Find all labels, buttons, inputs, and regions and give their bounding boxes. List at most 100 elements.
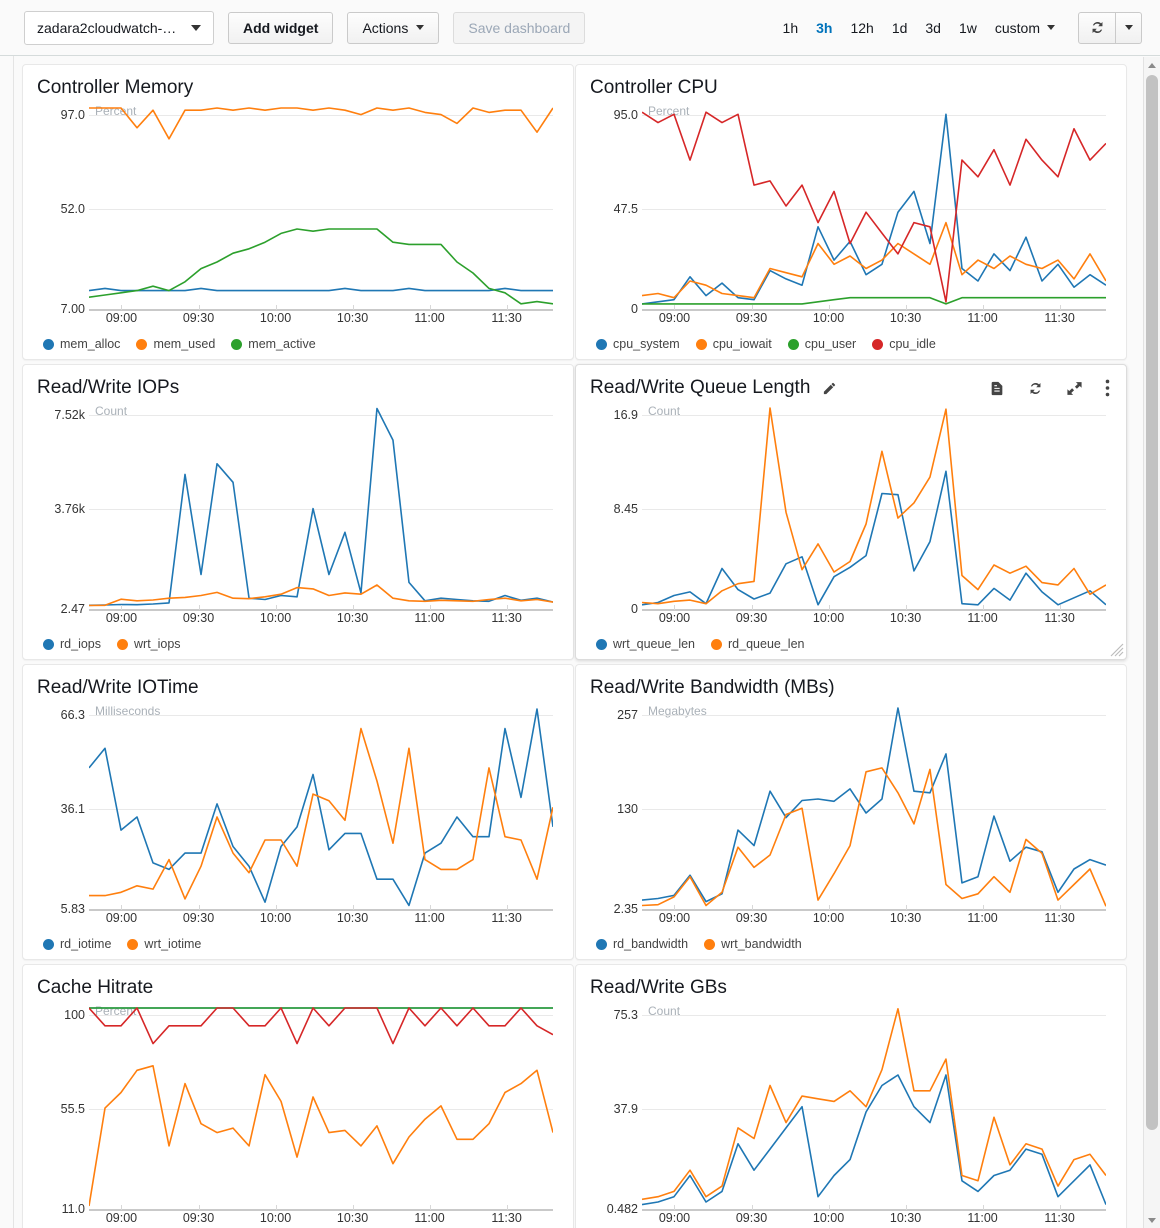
range-12h[interactable]: 12h [841, 14, 882, 42]
x-axis-tick-mark [905, 1205, 907, 1210]
legend-label: cpu_iowait [712, 337, 772, 351]
legend-item[interactable]: cpu_iowait [695, 337, 772, 351]
x-axis-tick-label: 10:00 [259, 911, 292, 925]
x-axis-tick-mark [352, 605, 354, 610]
widget-controller-cpu[interactable]: Controller CPU Percent 95.0 47.5 0 09:00 09:30… [575, 64, 1127, 360]
refresh-icon [1092, 21, 1102, 34]
y-axis-tick-label: 37.9 [613, 1102, 638, 1116]
scrollbar-thumb[interactable] [1146, 75, 1158, 1130]
widget-expand-icon[interactable] [1066, 380, 1083, 397]
plot-region [89, 403, 553, 611]
y-axis-tick-label: 75.3 [613, 1008, 638, 1022]
x-axis-tick-label: 09:00 [105, 1211, 138, 1225]
legend-item[interactable]: rd_iops [43, 637, 101, 651]
x-axis-tick-mark [429, 305, 431, 310]
chart-area: Count 16.9 8.45 0 [590, 403, 1112, 616]
widget-read-write-bandwidth-mbs[interactable]: Read/Write Bandwidth (MBs) Megabytes 257 13… [575, 664, 1127, 960]
legend-item[interactable]: mem_alloc [43, 337, 120, 351]
legend-item[interactable]: mem_used [136, 337, 215, 351]
y-axis-tick-label: 52.0 [60, 202, 85, 216]
legend-color-swatch [596, 338, 607, 350]
x-axis-tick-mark [121, 305, 123, 310]
dashboard-selector[interactable]: zadara2cloudwatch-met... [24, 10, 214, 45]
legend-item[interactable]: wrt_bandwidth [704, 937, 802, 951]
save-dashboard-button[interactable]: Save dashboard [453, 11, 586, 44]
legend-label: rd_iotime [60, 937, 112, 951]
widget-header: Cache Hitrate [37, 975, 559, 1001]
y-axis-tick-label: 7.00 [60, 302, 85, 316]
legend-item[interactable]: rd_queue_len [711, 637, 804, 651]
x-axis-tick-label: 11:00 [414, 311, 445, 325]
x-axis-tick-label: 09:30 [735, 611, 768, 625]
y-axis-tick-label: 55.5 [60, 1102, 85, 1116]
legend-color-swatch [136, 338, 148, 350]
x-axis-tick-mark [429, 605, 431, 610]
left-rail [0, 56, 14, 1228]
legend-item[interactable]: cpu_system [596, 337, 680, 351]
widget-read-write-iops[interactable]: Read/Write IOPs Count 7.52k 3.76k 2.47 09:00 0… [22, 364, 574, 660]
scroll-down-button[interactable] [1144, 1212, 1160, 1228]
x-axis-tick-mark [905, 305, 907, 310]
x-axis: 09:00 09:30 10:00 10:30 11:00 11:30 [642, 305, 1106, 331]
widget-controller-memory[interactable]: Controller Memory Percent 97.0 52.0 7.00 09:0… [22, 64, 574, 360]
widget-more-vertical-icon[interactable] [1105, 379, 1110, 397]
legend-item[interactable]: wrt_iotime [127, 937, 201, 951]
vertical-scrollbar[interactable] [1143, 57, 1160, 1228]
widget-cache-hitrate[interactable]: Cache Hitrate Percent 100 55.5 11.0 09:00 09:3… [22, 964, 574, 1228]
legend-color-swatch [596, 638, 607, 650]
legend-item[interactable]: wrt_queue_len [596, 637, 695, 651]
edit-title-pencil-icon[interactable] [822, 381, 837, 396]
range-custom-label: custom [994, 19, 1040, 36]
widget-title: Read/Write IOPs [37, 377, 180, 398]
widget-refresh-icon[interactable] [1027, 380, 1044, 397]
legend-color-swatch [43, 938, 54, 950]
legend-item[interactable]: cpu_idle [872, 337, 936, 351]
legend-item[interactable]: rd_bandwidth [596, 937, 688, 951]
chart-area: Percent 97.0 52.0 7.00 [37, 103, 559, 316]
widget-resize-handle[interactable] [1110, 643, 1124, 657]
refresh-button[interactable] [1078, 11, 1116, 44]
widget-read-write-gbs[interactable]: Read/Write GBs Count 75.3 37.9 0.482 09:00 09:… [575, 964, 1127, 1228]
legend-item[interactable]: rd_iotime [43, 937, 111, 951]
chevron-down-icon [1047, 25, 1055, 30]
range-1h[interactable]: 1h [774, 14, 808, 42]
chart-legend: rd_bandwidth wrt_bandwidth [596, 937, 1112, 951]
add-widget-button[interactable]: Add widget [228, 11, 334, 44]
x-axis-tick-mark [506, 905, 508, 910]
legend-color-swatch [127, 938, 139, 950]
widget-report-icon[interactable] [989, 380, 1005, 397]
legend-item[interactable]: mem_active [231, 337, 316, 351]
widget-grid: Controller Memory Percent 97.0 52.0 7.00 09:0… [22, 64, 1130, 1228]
range-custom[interactable]: custom [986, 14, 1064, 42]
range-3h[interactable]: 3h [807, 14, 841, 42]
x-axis-tick-mark [828, 605, 830, 610]
y-axis-tick-label: 8.45 [613, 502, 638, 516]
legend-item[interactable]: cpu_user [787, 337, 856, 351]
x-axis-tick-label: 11:00 [967, 1211, 998, 1225]
actions-button[interactable]: Actions [347, 11, 440, 44]
x-axis-tick-label: 10:30 [336, 611, 369, 625]
x-axis-tick-label: 10:30 [336, 911, 369, 925]
scroll-up-button[interactable] [1144, 57, 1160, 73]
refresh-group [1078, 11, 1142, 44]
legend-label: cpu_idle [889, 337, 936, 351]
x-axis-tick-label: 11:30 [491, 1211, 522, 1225]
chart-area: Percent 95.0 47.5 0 [590, 103, 1112, 316]
plot-region [89, 703, 553, 911]
range-1w[interactable]: 1w [950, 14, 986, 42]
toolbar-right-group: 1h 3h 12h 1d 3d 1w custom [774, 11, 1142, 44]
x-axis: 09:00 09:30 10:00 10:30 11:00 11:30 [642, 905, 1106, 931]
range-1d[interactable]: 1d [883, 14, 917, 42]
refresh-options-button[interactable] [1116, 11, 1142, 44]
widget-read-write-iotime[interactable]: Read/Write IOTime Milliseconds 66.3 36.1 5.8… [22, 664, 574, 960]
x-axis-tick-label: 11:30 [1044, 1211, 1075, 1225]
widget-read-write-queue-length[interactable]: Read/Write Queue Length Count 16.9 8.45 0 09:… [575, 364, 1127, 660]
chart-legend: cpu_system cpu_iowait cpu_user cpu_idle [596, 337, 1112, 351]
x-axis-tick-mark [982, 305, 984, 310]
range-3d[interactable]: 3d [916, 14, 950, 42]
x-axis-tick-mark [751, 905, 753, 910]
legend-color-swatch [43, 338, 54, 350]
legend-label: mem_alloc [60, 337, 121, 351]
x-axis-tick-label: 11:30 [491, 311, 522, 325]
legend-item[interactable]: wrt_iops [117, 637, 181, 651]
